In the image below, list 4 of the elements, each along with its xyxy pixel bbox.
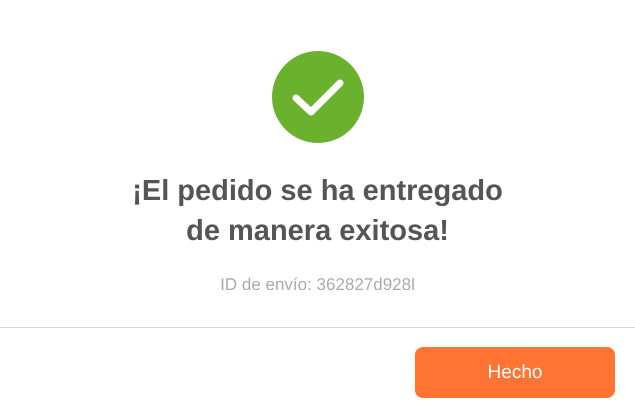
done-button[interactable]: Hecho: [415, 347, 615, 398]
success-check-icon: [272, 51, 364, 143]
dialog-title: ¡El pedido se ha entregado de manera exitosa!: [132, 174, 503, 249]
shipment-id: ID de envío: 362827d928l: [220, 275, 415, 295]
